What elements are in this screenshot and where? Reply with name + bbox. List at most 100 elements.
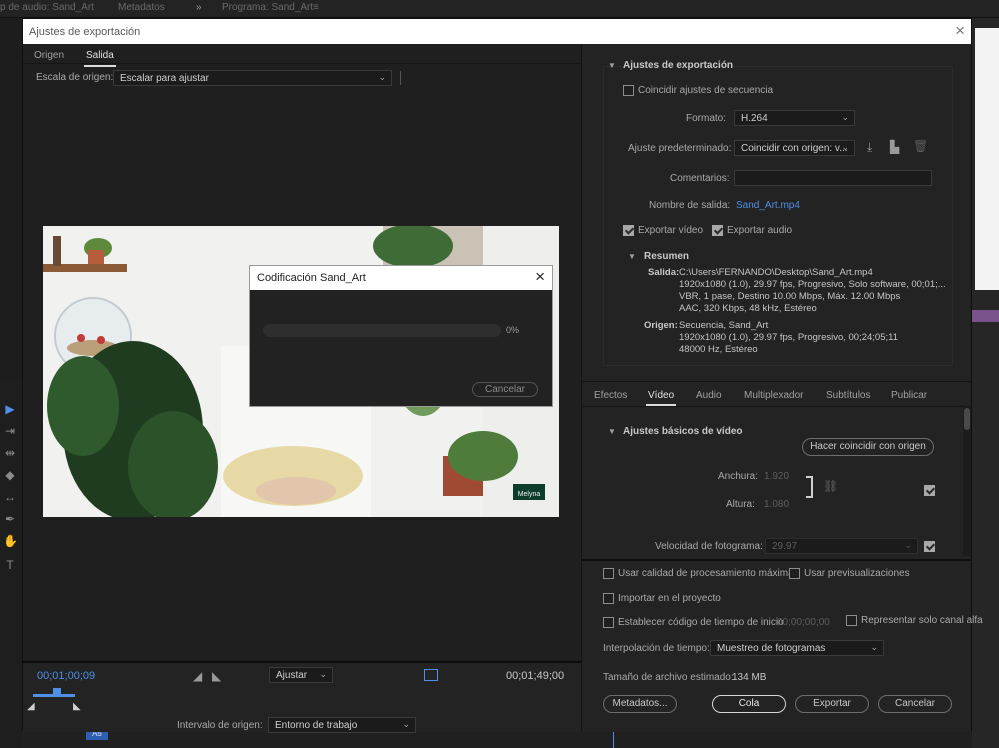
panel-menu-icon[interactable]: ≡	[313, 2, 319, 13]
progress-percent: 0%	[506, 325, 520, 335]
in-point-handle-icon[interactable]: ◢	[27, 701, 35, 712]
collapse-icon[interactable]: ▼	[628, 252, 636, 261]
summary-header[interactable]: Resumen	[644, 251, 689, 262]
comments-input[interactable]	[734, 170, 932, 186]
source-scale-label: Escala de origen:	[36, 72, 114, 83]
delete-preset-icon[interactable]: 🗑	[913, 139, 928, 153]
match-source-button[interactable]: Hacer coincidir con origen	[802, 438, 934, 456]
encoding-progress-dialog: Codificación Sand_Art × 0% Cancelar	[249, 265, 553, 407]
metadata-panel-tab[interactable]: Metadatos	[118, 2, 165, 13]
summary-source-line: 48000 Hz, Estéreo	[679, 344, 758, 355]
fit-dropdown[interactable]: Ajustar ⌄	[269, 667, 333, 683]
match-sequence-checkbox[interactable]	[623, 85, 634, 96]
track-select-tool-icon[interactable]: ⇥	[3, 424, 17, 438]
queue-button[interactable]: Cola	[712, 695, 786, 713]
summary-output-line: VBR, 1 pase, Destino 10.00 Mbps, Máx. 12…	[679, 291, 901, 302]
tab-source[interactable]: Origen	[34, 50, 64, 61]
width-label: Anchura:	[718, 471, 759, 482]
close-icon[interactable]: ×	[535, 267, 545, 287]
chevron-down-icon: ⌄	[841, 112, 849, 122]
import-preset-icon[interactable]: ▙	[890, 140, 899, 154]
razor-tool-icon[interactable]: ◆	[3, 468, 17, 482]
out-point-handle-icon[interactable]: ◣	[73, 701, 81, 712]
program-monitor-tab[interactable]: Programa: Sand_Art	[222, 2, 313, 13]
collapse-icon[interactable]: ▼	[608, 427, 616, 436]
encoding-titlebar: Codificación Sand_Art ×	[250, 266, 552, 290]
link-bracket	[806, 476, 813, 498]
playhead-marker[interactable]	[53, 688, 61, 697]
format-label: Formato:	[686, 113, 727, 124]
scrollbar-thumb[interactable]	[964, 408, 970, 430]
program-monitor-edge	[972, 18, 999, 748]
max-render-quality-checkbox[interactable]	[603, 568, 614, 579]
width-height-override-checkbox[interactable]	[924, 485, 935, 496]
chevron-down-icon: ⌄	[402, 719, 410, 729]
width-value[interactable]: 1.920	[764, 471, 789, 482]
export-settings-header[interactable]: Ajustes de exportación	[623, 60, 733, 71]
watermark-text: Melyna	[518, 491, 541, 498]
export-audio-checkbox[interactable]	[712, 225, 723, 236]
export-audio-label: Exportar audio	[727, 225, 793, 236]
tab-captions[interactable]: Subtítulos	[826, 390, 870, 401]
use-previews-label: Usar previsualizaciones	[804, 568, 910, 579]
set-start-timecode-checkbox[interactable]	[603, 617, 614, 628]
format-dropdown[interactable]: H.264 ⌄	[734, 110, 855, 126]
start-timecode-value[interactable]: 00;00;00;00	[777, 617, 830, 628]
export-settings-dialog: Ajustes de exportación × Origen Salida E…	[22, 18, 983, 733]
mark-in-icon[interactable]: ◢	[193, 669, 202, 683]
hand-tool-icon[interactable]: ✋	[3, 534, 18, 548]
mark-out-icon[interactable]: ◣	[212, 669, 221, 683]
tab-output[interactable]: Salida	[84, 50, 116, 67]
comments-label: Comentarios:	[670, 173, 730, 184]
collapse-icon[interactable]: ▼	[608, 61, 616, 70]
summary-source-line: 1920x1080 (1.0), 29.97 fps, Progresivo, …	[679, 332, 899, 343]
tab-publish[interactable]: Publicar	[891, 390, 927, 401]
export-video-checkbox[interactable]	[623, 225, 634, 236]
close-icon[interactable]: ×	[955, 21, 965, 41]
chevron-down-icon: ⌄	[841, 142, 849, 152]
type-tool-icon[interactable]: T	[3, 558, 17, 572]
dialog-title: Ajustes de exportación	[29, 26, 141, 38]
use-previews-checkbox[interactable]	[789, 568, 800, 579]
source-range-dropdown[interactable]: Entorno de trabajo ⌄	[268, 717, 416, 733]
aspect-toggle-icon[interactable]	[424, 669, 438, 681]
match-sequence-label: Coincidir ajustes de secuencia	[638, 85, 774, 96]
tab-effects[interactable]: Efectos	[594, 390, 627, 401]
chevron-down-icon: ⌄	[319, 669, 327, 679]
time-interpolation-dropdown[interactable]: Muestreo de fotogramas ⌄	[710, 640, 884, 656]
slip-tool-icon[interactable]: ↔	[3, 490, 17, 504]
save-preset-icon[interactable]: ⤓	[867, 140, 872, 155]
pen-tool-icon[interactable]: ✒	[3, 512, 17, 526]
fit-value: Ajustar	[276, 670, 308, 681]
alpha-only-checkbox[interactable]	[846, 615, 857, 626]
export-button[interactable]: Exportar	[795, 695, 869, 713]
preset-dropdown[interactable]: Coincidir con origen: v... ⌄	[734, 140, 855, 156]
import-project-checkbox[interactable]	[603, 593, 614, 604]
export-video-label: Exportar vídeo	[638, 225, 704, 236]
metadata-button[interactable]: Metadatos...	[603, 695, 677, 713]
source-range-label: Intervalo de origen:	[177, 720, 263, 731]
selection-tool-icon[interactable]: ▶	[3, 402, 17, 416]
video-basic-header[interactable]: Ajustes básicos de vídeo	[623, 426, 743, 437]
cancel-button[interactable]: Cancelar	[878, 695, 952, 713]
encoding-title: Codificación Sand_Art	[257, 272, 366, 284]
panel-overflow-icon[interactable]: »	[196, 2, 202, 13]
audio-panel-tab[interactable]: p de audio: Sand_Art	[0, 2, 94, 13]
tab-audio[interactable]: Audio	[696, 390, 722, 401]
output-name-link[interactable]: Sand_Art.mp4	[736, 200, 800, 211]
frame-rate-dropdown[interactable]: 29.97 ⌄	[765, 538, 918, 554]
height-value[interactable]: 1.080	[764, 499, 789, 510]
frame-rate-override-checkbox[interactable]	[924, 541, 935, 552]
output-name-label: Nombre de salida:	[649, 200, 731, 211]
video-settings-scrollbar[interactable]	[963, 406, 971, 556]
timecode-in[interactable]: 00;01;00;09	[37, 670, 95, 682]
tab-video[interactable]: Vídeo	[645, 390, 677, 406]
tab-multiplexer[interactable]: Multiplexador	[744, 390, 803, 401]
ripple-tool-icon[interactable]: ⇹	[3, 446, 17, 460]
chain-link-icon[interactable]: ⛓	[823, 479, 838, 493]
time-interpolation-value: Muestreo de fotogramas	[717, 643, 826, 654]
preset-value: Coincidir con origen: v...	[741, 143, 848, 154]
dialog-titlebar: Ajustes de exportación ×	[23, 19, 971, 44]
encoding-cancel-button[interactable]: Cancelar	[472, 382, 538, 397]
source-scale-dropdown[interactable]: Escalar para ajustar ⌄	[113, 70, 392, 86]
